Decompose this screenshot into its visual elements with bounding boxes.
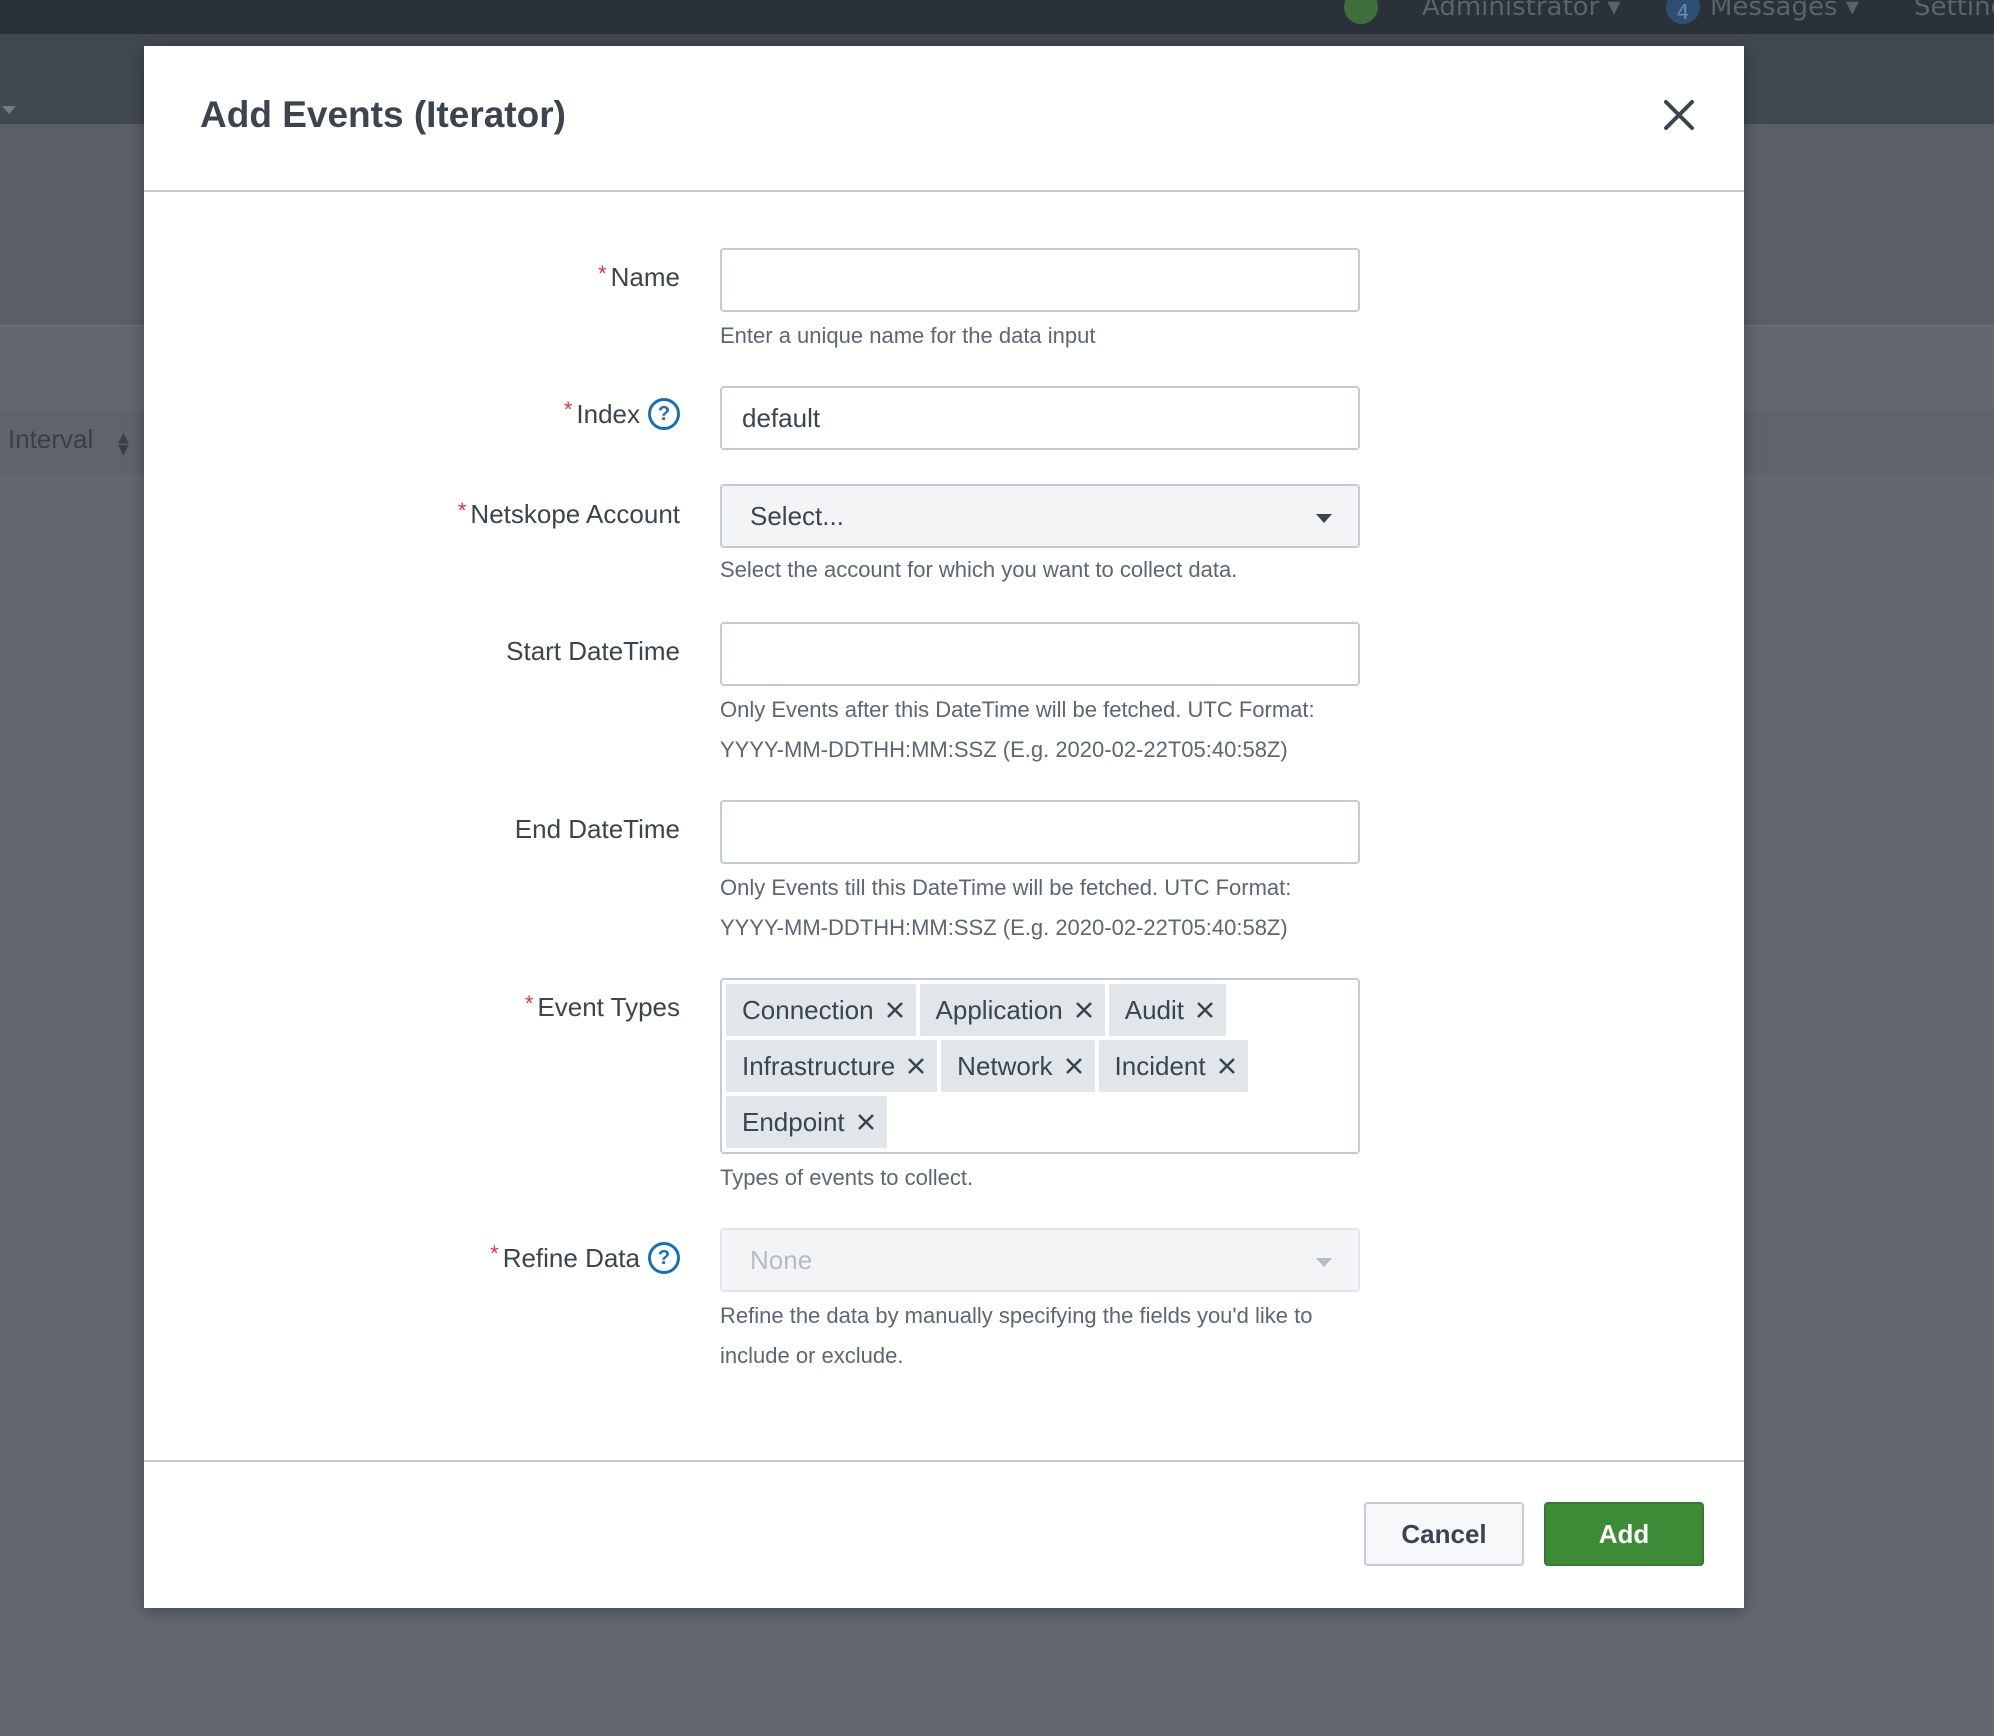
settings-menu[interactable]: Settings <box>1914 0 1994 22</box>
account-select[interactable]: Select... <box>720 484 1360 548</box>
index-input[interactable] <box>720 386 1360 450</box>
question-circle-icon[interactable]: ? <box>648 1242 680 1274</box>
event-types-label: * Event Types <box>524 990 680 1023</box>
end-datetime-help-line1: Only Events till this DateTime will be f… <box>720 875 1292 900</box>
modal-title: Add Events (Iterator) <box>200 94 566 135</box>
refine-data-label-text: Refine Data <box>502 1242 640 1273</box>
column-header-interval[interactable]: Interval <box>8 424 93 455</box>
event-types-label-text: Event Types <box>537 992 680 1022</box>
event-type-chip[interactable]: Audit <box>1108 984 1227 1036</box>
required-marker: * <box>457 497 467 523</box>
add-events-modal: Add Events (Iterator) * Name Enter a uni… <box>144 46 1744 1608</box>
refine-data-help-text: Refine the data by manually specifying t… <box>720 1296 1380 1376</box>
name-help-text: Enter a unique name for the data input <box>720 323 1096 348</box>
start-datetime-help-text: Only Events after this DateTime will be … <box>720 690 1380 770</box>
start-datetime-help-line2: YYYY-MM-DDTHH:MM:SSZ (E.g. 2020-02-22T05… <box>720 737 1288 762</box>
start-datetime-label: Start DateTime <box>506 636 680 667</box>
event-type-chip[interactable]: Application <box>919 984 1105 1036</box>
account-label-text: Netskope Account <box>470 499 680 529</box>
remove-icon[interactable] <box>855 1111 877 1133</box>
remove-icon[interactable] <box>1063 1055 1085 1077</box>
start-datetime-label-text: Start DateTime <box>506 636 680 666</box>
chip-label: Network <box>957 1050 1053 1081</box>
add-button[interactable]: Add <box>1544 1502 1704 1566</box>
chip-label: Infrastructure <box>742 1050 896 1081</box>
chip-label: Application <box>935 994 1063 1025</box>
modal-footer: Cancel Add <box>144 1460 1744 1608</box>
refine-data-help-line1: Refine the data by manually specifying t… <box>720 1303 1313 1328</box>
name-label: * Name <box>598 260 680 293</box>
account-help-text: Select the account for which you want to… <box>720 557 1238 582</box>
app-topbar: Administrator ▾ 4 Messages ▾ Settings <box>0 0 1994 34</box>
status-check-icon <box>1344 0 1378 24</box>
messages-count-badge: 4 <box>1666 0 1700 24</box>
messages-menu[interactable]: Messages ▾ <box>1710 0 1859 22</box>
chevron-down-icon <box>1316 1258 1332 1267</box>
account-select-value: Select... <box>750 500 844 531</box>
index-label-text: Index <box>576 398 640 429</box>
start-datetime-input[interactable] <box>720 622 1360 686</box>
cancel-button[interactable]: Cancel <box>1364 1502 1524 1566</box>
event-type-chip[interactable]: Infrastructure <box>726 1040 938 1092</box>
start-datetime-help-line1: Only Events after this DateTime will be … <box>720 697 1315 722</box>
account-label: * Netskope Account <box>457 497 680 530</box>
chip-label: Connection <box>742 994 874 1025</box>
event-types-multiselect[interactable]: Connection Application Audit Infrastruct… <box>720 978 1360 1154</box>
end-datetime-help-line2: YYYY-MM-DDTHH:MM:SSZ (E.g. 2020-02-22T05… <box>720 915 1288 940</box>
end-datetime-input[interactable] <box>720 800 1360 864</box>
refine-data-select: None <box>720 1228 1360 1292</box>
index-label: * Index ? <box>563 397 680 430</box>
event-type-chip[interactable]: Incident <box>1098 1040 1248 1092</box>
end-datetime-label-text: End DateTime <box>514 814 680 844</box>
chip-label: Endpoint <box>742 1106 845 1137</box>
chip-label: Incident <box>1114 1050 1206 1081</box>
name-label-text: Name <box>610 262 680 292</box>
refine-data-select-value: None <box>750 1244 813 1275</box>
event-type-chip[interactable]: Connection <box>726 984 916 1036</box>
app-menu-caret-icon[interactable] <box>2 106 16 114</box>
event-type-chip[interactable]: Network <box>941 1040 1095 1092</box>
sort-icon[interactable]: ▲ ▼ <box>118 431 129 457</box>
refine-data-label: * Refine Data ? <box>490 1241 680 1274</box>
required-marker: * <box>598 260 607 286</box>
user-menu[interactable]: Administrator ▾ <box>1422 0 1621 22</box>
close-icon[interactable] <box>1658 94 1700 136</box>
question-circle-icon[interactable]: ? <box>648 398 680 430</box>
remove-icon[interactable] <box>1194 999 1216 1021</box>
chevron-down-icon <box>1316 514 1332 523</box>
remove-icon[interactable] <box>1073 999 1095 1021</box>
modal-header: Add Events (Iterator) <box>144 46 1744 192</box>
required-marker: * <box>563 397 573 422</box>
chip-label: Audit <box>1124 994 1185 1025</box>
remove-icon[interactable] <box>1216 1055 1238 1077</box>
required-marker: * <box>490 1241 499 1266</box>
event-type-chip[interactable]: Endpoint <box>726 1096 887 1148</box>
required-marker: * <box>524 990 534 1016</box>
name-input[interactable] <box>720 248 1360 312</box>
end-datetime-help-text: Only Events till this DateTime will be f… <box>720 868 1380 948</box>
event-types-help-text: Types of events to collect. <box>720 1165 974 1190</box>
remove-icon[interactable] <box>884 999 906 1021</box>
end-datetime-label: End DateTime <box>515 814 680 845</box>
remove-icon[interactable] <box>905 1055 927 1077</box>
refine-data-help-line2: include or exclude. <box>720 1343 904 1368</box>
